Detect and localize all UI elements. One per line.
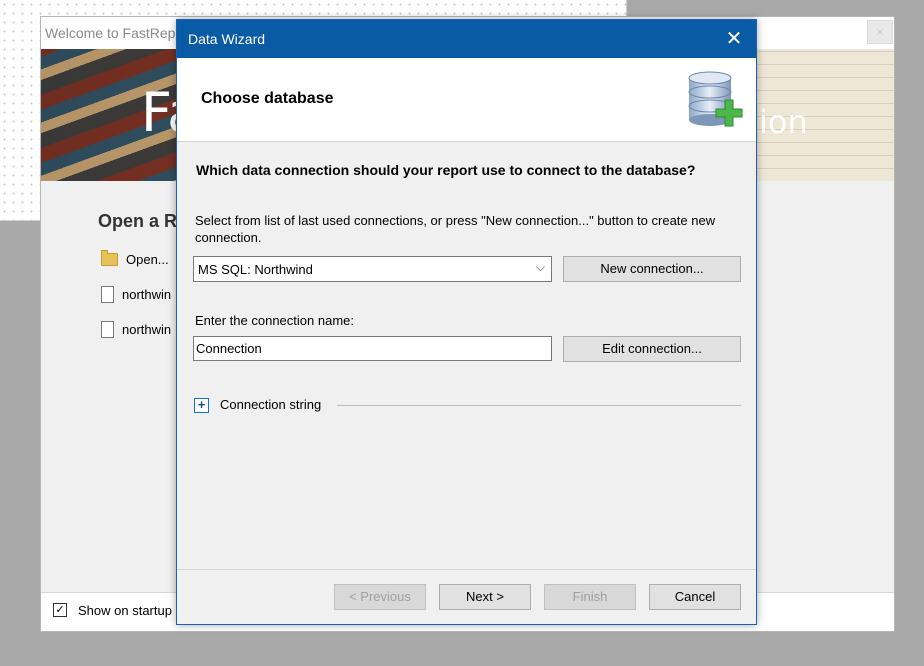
connection-name-input[interactable]: Connection (193, 336, 552, 361)
connection-string-expand-toggle[interactable]: + (194, 398, 209, 413)
recent-item-label: Open... (126, 251, 169, 267)
connection-string-label: Connection string (220, 397, 322, 412)
welcome-title: Welcome to FastRep (45, 25, 176, 41)
show-on-startup-label: Show on startup (78, 603, 172, 618)
connection-instructions: Select from list of last used connection… (195, 213, 716, 245)
connection-string-divider (337, 405, 741, 406)
cancel-button[interactable]: Cancel (649, 584, 741, 610)
edit-connection-button[interactable]: Edit connection... (563, 336, 741, 362)
finish-button[interactable]: Finish (544, 584, 636, 610)
banner-word-right: ion (759, 103, 808, 141)
recent-item-file[interactable]: northwin (101, 284, 171, 304)
database-add-icon (688, 71, 743, 127)
folder-icon (101, 249, 118, 266)
page-title: Choose database (201, 90, 334, 107)
connection-question: Which data connection should your report… (196, 162, 696, 178)
recent-item-open[interactable]: Open... (101, 249, 169, 269)
connection-name-value: Connection (196, 341, 262, 356)
welcome-close-button[interactable]: × (867, 20, 893, 44)
wizard-header: Choose database (177, 58, 756, 142)
recent-item-label: northwin (122, 321, 172, 337)
next-button[interactable]: Next > (439, 584, 531, 610)
recent-item-file[interactable]: northwin (101, 319, 171, 339)
wizard-titlebar: Data Wizard ✕ (177, 20, 756, 58)
new-connection-button[interactable]: New connection... (563, 256, 741, 282)
connection-name-label: Enter the connection name: (195, 313, 354, 328)
document-icon (101, 285, 114, 303)
connection-select[interactable]: MS SQL: Northwind ⌵ (193, 256, 552, 282)
chevron-down-icon: ⌵ (535, 260, 545, 274)
show-on-startup-checkbox[interactable]: ✓ (53, 603, 67, 617)
recent-item-label: northwin (122, 286, 172, 302)
open-report-heading: Open a R (98, 211, 178, 231)
previous-button[interactable]: < Previous (334, 584, 426, 610)
document-icon (101, 320, 114, 338)
connection-select-value: MS SQL: Northwind (198, 262, 313, 277)
wizard-close-button[interactable]: ✕ (712, 20, 756, 58)
data-wizard-dialog: Data Wizard ✕ Choose database Which data… (176, 19, 757, 625)
wizard-title: Data Wizard (188, 31, 266, 47)
footer-divider (177, 569, 756, 570)
